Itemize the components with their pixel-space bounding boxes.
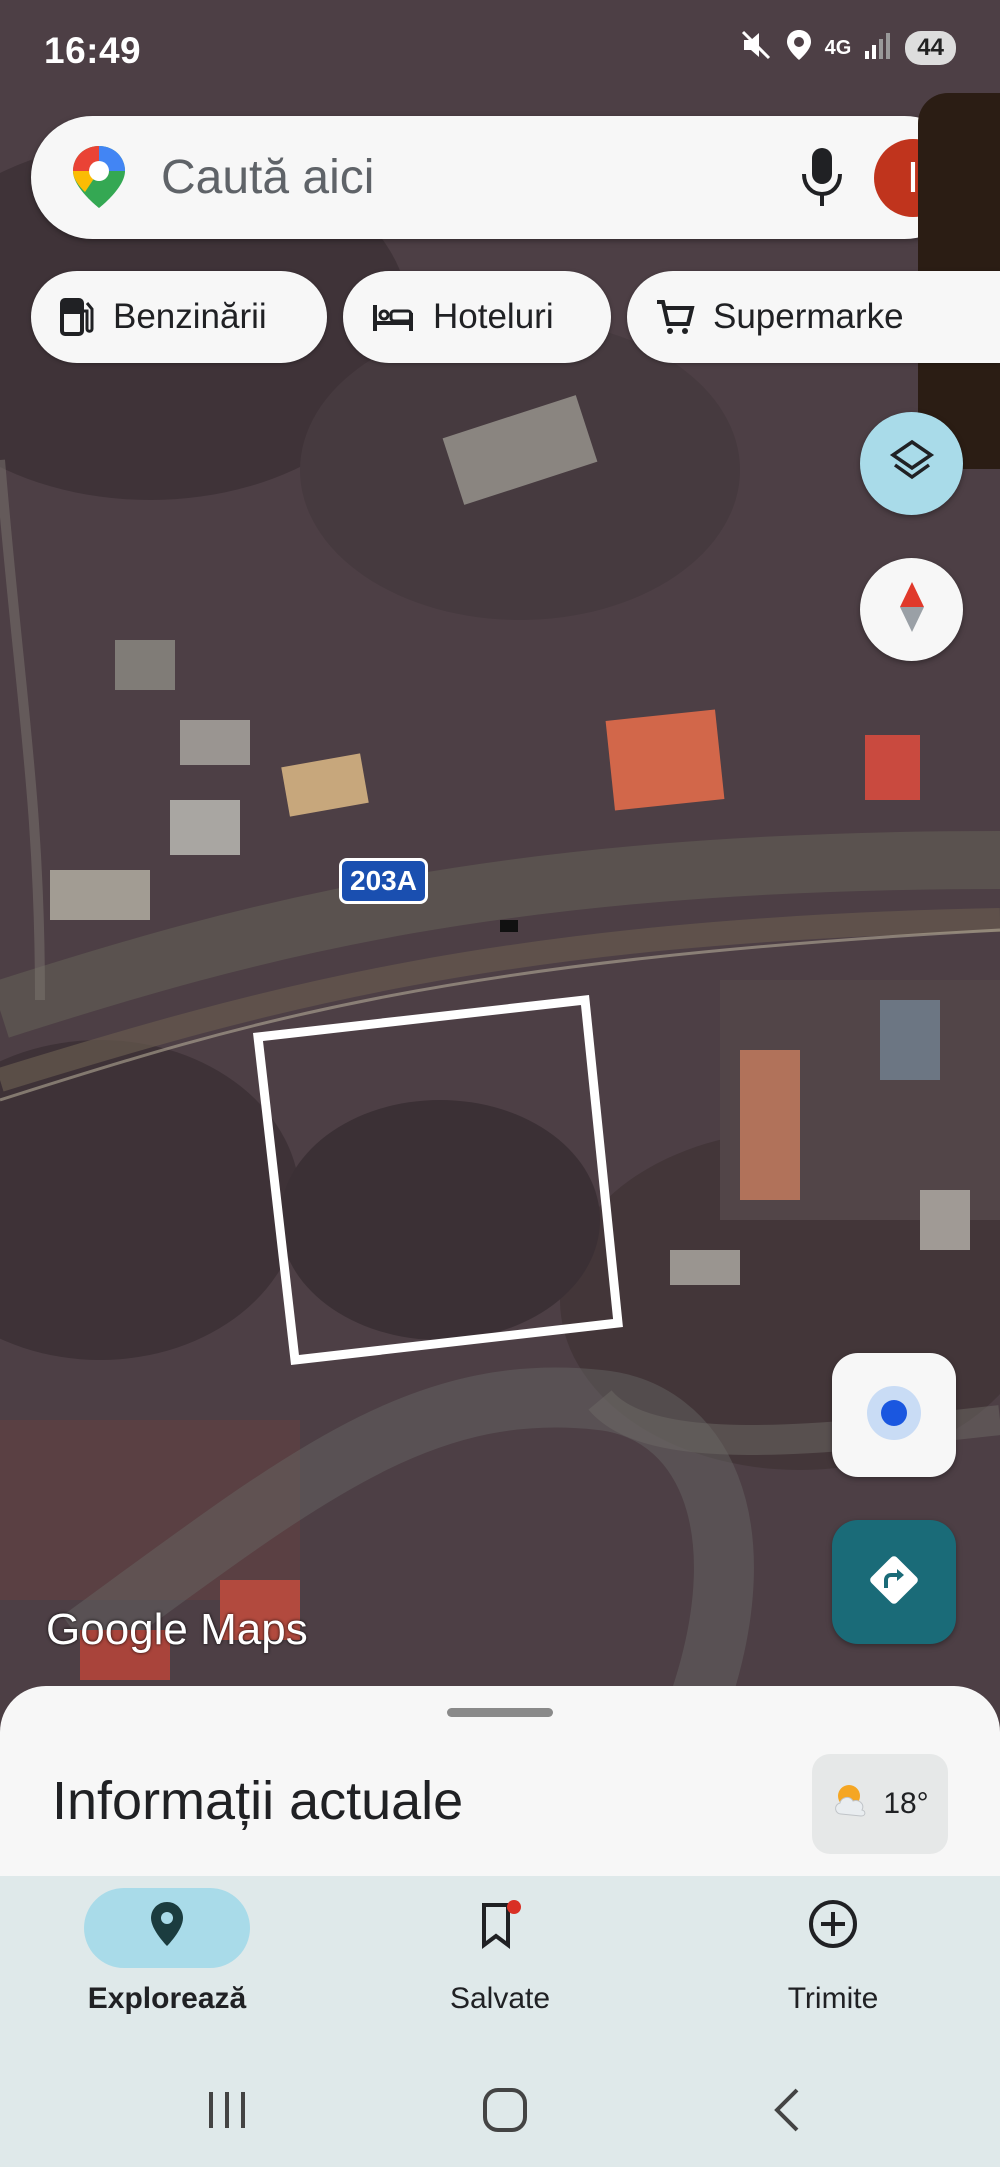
map-attribution: Google Maps	[46, 1605, 308, 1654]
signal-icon	[865, 31, 891, 64]
chip-label: Supermarke	[713, 297, 904, 336]
chip-hoteluri[interactable]: Hoteluri	[343, 271, 611, 363]
route-shield: 203A	[339, 858, 428, 904]
directions-button[interactable]	[832, 1520, 956, 1644]
status-icons: 4G 44	[741, 30, 956, 65]
chip-label: Benzinării	[113, 297, 267, 336]
google-maps-pin-icon	[71, 144, 127, 215]
recents-icon	[205, 2090, 249, 2135]
mute-icon	[741, 30, 773, 65]
nav-active-pill	[84, 1888, 250, 1968]
nav-pill	[417, 1888, 583, 1968]
chip-supermarket[interactable]: Supermarke	[627, 271, 1000, 363]
nav-explore[interactable]: Explorează	[42, 1888, 292, 2016]
nav-contribute[interactable]: Trimite	[708, 1888, 958, 2016]
compass-icon	[896, 582, 928, 637]
nav-label: Explorează	[87, 1982, 247, 2015]
home-icon	[482, 2087, 528, 2138]
bookmark-icon	[478, 1899, 522, 1957]
search-input[interactable]	[161, 150, 721, 205]
layers-button[interactable]	[860, 412, 963, 515]
back-icon	[771, 2087, 801, 2138]
bottom-navigation: Explorează Salvate Trimite	[0, 1876, 1000, 2167]
route-label: 203A	[342, 861, 425, 901]
network-type: 4G	[824, 36, 852, 59]
partly-cloudy-icon	[831, 1782, 875, 1826]
directions-icon	[866, 1552, 922, 1613]
temperature: 18°	[883, 1787, 929, 1820]
bed-icon	[371, 301, 415, 333]
info-bottom-sheet[interactable]: Informații actuale 18°	[0, 1686, 1000, 1906]
weather-widget[interactable]: 18°	[812, 1754, 948, 1854]
nav-pill	[750, 1888, 916, 1968]
add-circle-icon	[807, 1898, 859, 1958]
chip-benzinarii[interactable]: Benzinării	[31, 271, 327, 363]
battery-level: 44	[905, 30, 956, 65]
search-bar[interactable]: I	[31, 116, 966, 239]
sheet-title: Informații actuale	[52, 1771, 464, 1831]
home-button[interactable]	[445, 2072, 565, 2152]
status-time: 16:49	[44, 30, 142, 71]
nav-label: Salvate	[449, 1982, 551, 2015]
chip-label: Hoteluri	[433, 297, 554, 336]
nav-saved[interactable]: Salvate	[375, 1888, 625, 2016]
sheet-drag-handle[interactable]	[447, 1708, 553, 1717]
location-pin-icon	[149, 1900, 185, 1956]
location-status-icon	[786, 30, 811, 65]
cart-icon	[655, 298, 695, 336]
microphone-icon[interactable]	[800, 146, 844, 213]
compass-button[interactable]	[860, 558, 963, 661]
gas-station-icon	[59, 297, 95, 337]
my-location-icon	[864, 1383, 924, 1448]
back-button[interactable]	[726, 2072, 846, 2152]
status-bar: 16:49 4G 44	[0, 0, 1000, 100]
my-location-button[interactable]	[832, 1353, 956, 1477]
nav-label: Trimite	[787, 1982, 879, 2015]
recents-button[interactable]	[167, 2072, 287, 2152]
layers-icon	[889, 438, 935, 489]
